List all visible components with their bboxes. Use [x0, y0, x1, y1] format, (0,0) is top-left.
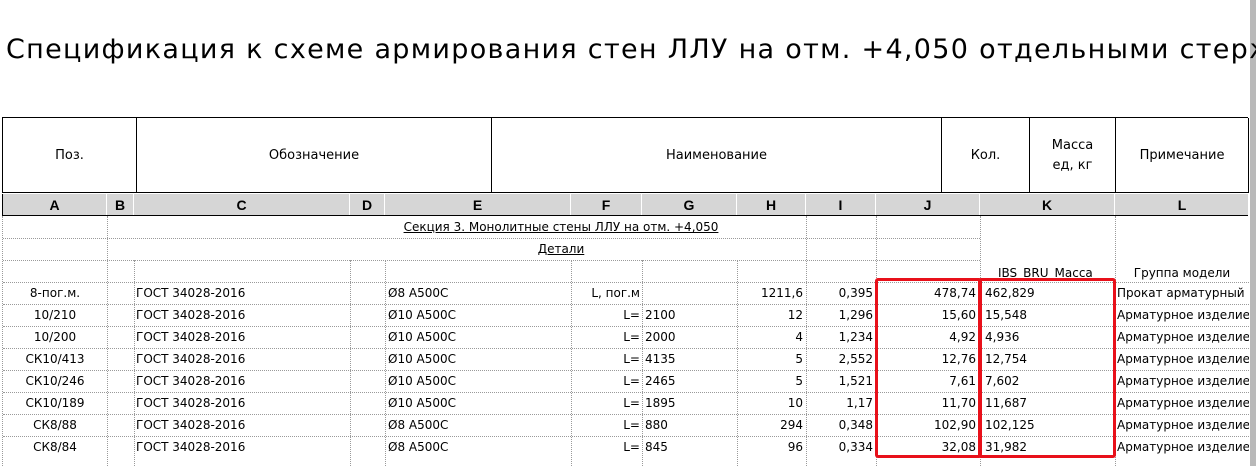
column-letter-k[interactable]: K — [980, 194, 1115, 215]
cell-bar[interactable]: Ø10 А500С — [388, 348, 571, 370]
header-mass-line2: ед, кг — [1052, 157, 1093, 173]
cell-unit-mass[interactable]: 1,234 — [806, 326, 873, 348]
cell-length-label[interactable]: L= — [571, 414, 640, 436]
cell-group[interactable]: Арматурное изделие — [1117, 414, 1249, 436]
cell-gost[interactable]: ГОСТ 34028-2016 — [136, 370, 350, 392]
cell-pos[interactable]: СК10/413 — [3, 348, 107, 370]
cell-length-label[interactable]: L= — [571, 348, 640, 370]
cell-length[interactable]: 845 — [645, 436, 737, 458]
header-qty[interactable]: Кол. — [942, 118, 1030, 193]
cell-bar[interactable]: Ø8 А500С — [388, 282, 571, 304]
cell-unit-mass[interactable]: 1,17 — [806, 392, 873, 414]
cell-pos[interactable]: СК10/246 — [3, 370, 107, 392]
cell-pos[interactable]: 8-пог.м. — [3, 282, 107, 304]
cell-group[interactable]: Арматурное изделие — [1117, 370, 1249, 392]
cell-gost[interactable]: ГОСТ 34028-2016 — [136, 304, 350, 326]
header-mass-line1: Масса — [1051, 137, 1094, 153]
cell-length-label[interactable]: L, пог.м — [571, 282, 640, 304]
page-title: Спецификация к схеме армирования стен ЛЛ… — [6, 34, 1256, 65]
header-name[interactable]: Наименование — [492, 118, 942, 193]
column-letter-g[interactable]: G — [642, 194, 737, 215]
column-letter-b[interactable]: B — [107, 194, 134, 215]
cell-group[interactable]: Арматурное изделие — [1117, 436, 1249, 458]
header-pos[interactable]: Поз. — [3, 118, 137, 193]
cell-qty[interactable]: 5 — [737, 370, 803, 392]
cell-length[interactable]: 2100 — [645, 304, 737, 326]
cell-group[interactable]: Арматурное изделие — [1117, 392, 1249, 414]
highlight-box-j — [875, 278, 982, 458]
cell-length-label[interactable]: L= — [571, 304, 640, 326]
cell-bar[interactable]: Ø10 А500С — [388, 304, 571, 326]
cell-group[interactable]: Арматурное изделие — [1117, 348, 1249, 370]
cell-unit-mass[interactable]: 0,334 — [806, 436, 873, 458]
cell-bar[interactable]: Ø10 А500С — [388, 370, 571, 392]
cell-length[interactable]: 1895 — [645, 392, 737, 414]
cell-gost[interactable]: ГОСТ 34028-2016 — [136, 392, 350, 414]
cell-gost[interactable]: ГОСТ 34028-2016 — [136, 348, 350, 370]
cell-qty[interactable]: 10 — [737, 392, 803, 414]
cell-unit-mass[interactable]: 0,395 — [806, 282, 873, 304]
highlight-box-k — [978, 278, 1116, 458]
cell-qty[interactable]: 12 — [737, 304, 803, 326]
header-note[interactable]: Примечание — [1116, 118, 1249, 193]
cell-length-label[interactable]: L= — [571, 436, 640, 458]
cell-pos[interactable]: СК8/84 — [3, 436, 107, 458]
column-letter-i[interactable]: I — [806, 194, 876, 215]
cell-qty[interactable]: 4 — [737, 326, 803, 348]
column-letter-d[interactable]: D — [350, 194, 385, 215]
cell-length-label[interactable]: L= — [571, 370, 640, 392]
cell-qty[interactable]: 1211,6 — [737, 282, 803, 304]
cell-group[interactable]: Прокат арматурный — [1117, 282, 1249, 304]
cell-pos[interactable]: СК8/88 — [3, 414, 107, 436]
table-body: Секция 3. Монолитные стены ЛЛУ на отм. +… — [2, 216, 1249, 466]
grid-line — [107, 216, 108, 466]
cell-length[interactable]: 880 — [645, 414, 737, 436]
table-header: Поз. Обозначение Наименование Кол. Масса… — [2, 117, 1249, 193]
cell-unit-mass[interactable]: 1,296 — [806, 304, 873, 326]
cell-gost[interactable]: ГОСТ 34028-2016 — [136, 282, 350, 304]
cell-unit-mass[interactable]: 1,521 — [806, 370, 873, 392]
cell-pos[interactable]: 10/200 — [3, 326, 107, 348]
column-letter-f[interactable]: F — [571, 194, 642, 215]
cell-bar[interactable]: Ø8 А500С — [388, 414, 571, 436]
cell-bar[interactable]: Ø8 А500С — [388, 436, 571, 458]
cell-gost[interactable]: ГОСТ 34028-2016 — [136, 326, 350, 348]
cell-group[interactable]: Арматурное изделие — [1117, 304, 1249, 326]
cell-length[interactable]: 4135 — [645, 348, 737, 370]
cell-length-label[interactable]: L= — [571, 326, 640, 348]
header-mass[interactable]: Масса ед, кг — [1030, 118, 1116, 193]
cell-group[interactable]: Арматурное изделие — [1117, 326, 1249, 348]
header-designation[interactable]: Обозначение — [137, 118, 492, 193]
column-letter-l[interactable]: L — [1115, 194, 1249, 215]
cell-bar[interactable]: Ø10 А500С — [388, 326, 571, 348]
cell-qty[interactable]: 5 — [737, 348, 803, 370]
cell-qty[interactable]: 294 — [737, 414, 803, 436]
column-letter-h[interactable]: H — [737, 194, 806, 215]
cell-unit-mass[interactable]: 0,348 — [806, 414, 873, 436]
cell-pos[interactable]: 10/210 — [3, 304, 107, 326]
column-letter-a[interactable]: A — [3, 194, 107, 215]
column-letters-row: A B C D E F G H I J K L — [2, 194, 1248, 216]
cell-bar[interactable]: Ø10 А500С — [388, 392, 571, 414]
cell-pos[interactable]: СК10/189 — [3, 392, 107, 414]
column-letter-c[interactable]: C — [134, 194, 350, 215]
column-letter-e[interactable]: E — [385, 194, 571, 215]
section-subtitle[interactable]: Детали — [385, 238, 737, 260]
cell-length[interactable]: 2000 — [645, 326, 737, 348]
cell-length-label[interactable]: L= — [571, 392, 640, 414]
cell-qty[interactable]: 96 — [737, 436, 803, 458]
cell-gost[interactable]: ГОСТ 34028-2016 — [136, 414, 350, 436]
cell-unit-mass[interactable]: 2,552 — [806, 348, 873, 370]
section-title[interactable]: Секция 3. Монолитные стены ЛЛУ на отм. +… — [385, 216, 737, 238]
grid-line — [3, 260, 980, 261]
cell-gost[interactable]: ГОСТ 34028-2016 — [136, 436, 350, 458]
cell-length[interactable]: 2465 — [645, 370, 737, 392]
column-letter-j[interactable]: J — [876, 194, 980, 215]
